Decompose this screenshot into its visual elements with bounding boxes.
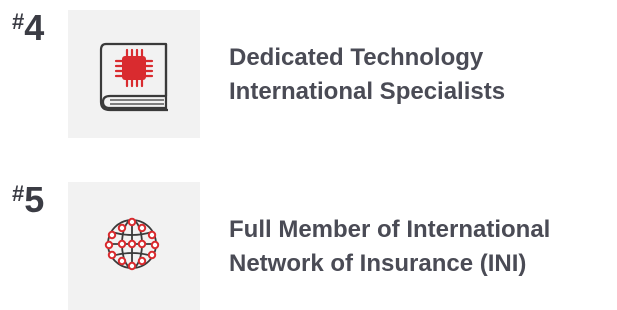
- feature-title: Full Member of International Network of …: [229, 213, 550, 281]
- rank-number: #5: [12, 180, 44, 220]
- feature-item: #5 Full Member of International Network …: [0, 180, 617, 310]
- feature-title: Dedicated Technology International Speci…: [229, 41, 505, 109]
- feature-title-line2: Network of Insurance (INI): [229, 250, 527, 277]
- rank-number: #4: [12, 8, 44, 48]
- feature-title-line1: Dedicated Technology: [229, 44, 484, 71]
- feature-title-line1: Full Member of International: [229, 216, 551, 243]
- icon-tile: [68, 10, 200, 138]
- icon-tile: [68, 182, 200, 310]
- rank-hash: #: [12, 181, 25, 206]
- chip-book-icon: [99, 42, 168, 112]
- feature-title-line2: International Specialists: [229, 78, 506, 105]
- feature-item: #4 Dedicated Technology International Sp…: [0, 8, 617, 138]
- rank-hash: #: [12, 9, 25, 34]
- rank-value: 5: [24, 179, 45, 220]
- network-globe-icon: [104, 217, 160, 271]
- rank-value: 4: [24, 7, 45, 48]
